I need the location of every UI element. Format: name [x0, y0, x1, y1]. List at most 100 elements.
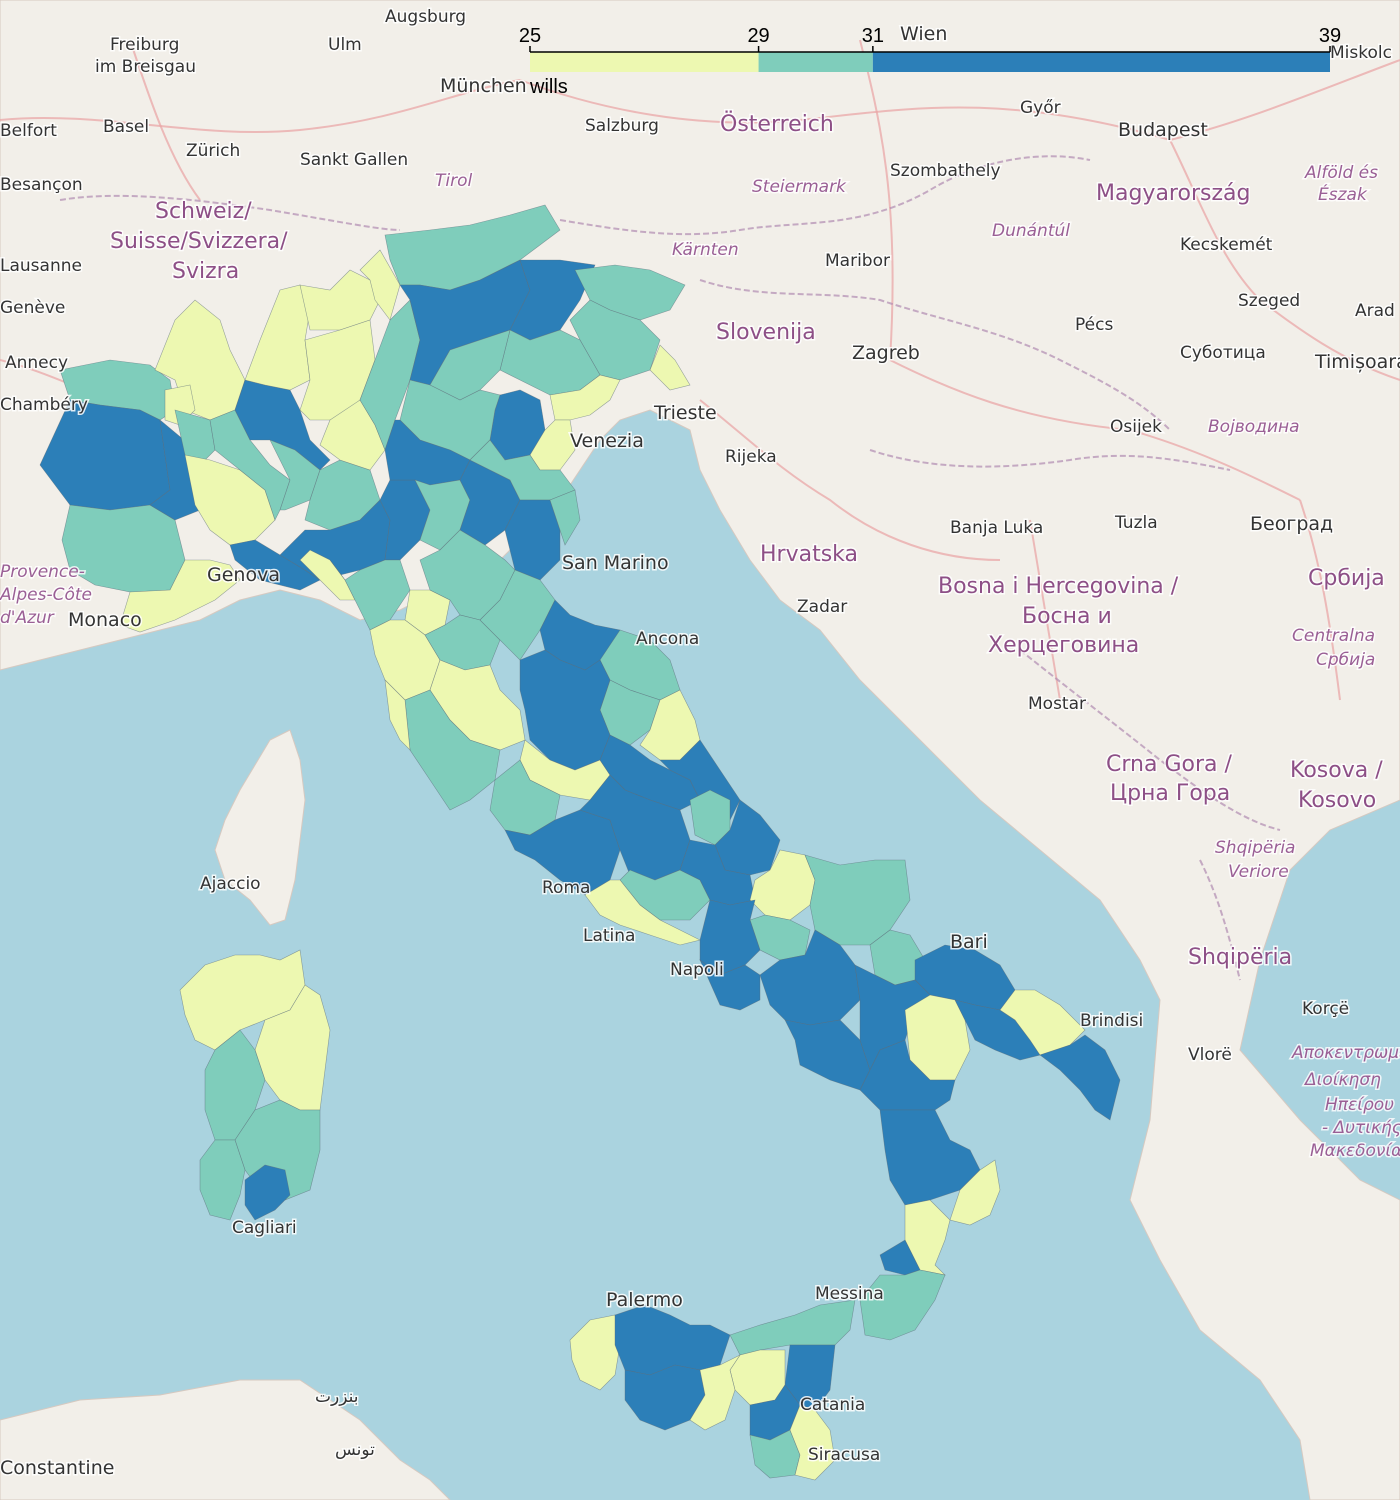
region-label: Centralna	[1292, 626, 1375, 646]
city-label: San Marino	[562, 552, 669, 574]
region-label: d'Azur	[0, 608, 55, 628]
country-label: Schweiz/	[155, 199, 252, 224]
country-label: Србија	[1308, 566, 1385, 591]
country-label: Црна Гора	[1110, 781, 1230, 806]
city-label: Latina	[583, 926, 635, 946]
city-label: Pécs	[1075, 315, 1113, 335]
country-label: Suisse/Svizzera/	[110, 229, 288, 254]
city-label: Napoli	[670, 960, 724, 980]
city-label: Ancona	[636, 629, 699, 649]
city-label: Basel	[103, 117, 149, 137]
city-label: Kecskemét	[1180, 235, 1273, 255]
city-label: Trieste	[653, 402, 717, 424]
city-label: Sankt Gallen	[300, 150, 408, 170]
region-label: Ηπείρου	[1325, 1095, 1394, 1115]
city-label: Venezia	[570, 430, 644, 452]
legend-tick-label: 29	[747, 25, 769, 47]
city-label: Szombathely	[890, 161, 1001, 181]
city-label: Belfort	[0, 121, 57, 141]
city-label: تونس	[335, 1440, 375, 1460]
region-label: Alföld és	[1304, 163, 1378, 183]
city-label: Mostar	[1028, 694, 1086, 714]
city-label: Суботица	[1180, 343, 1266, 363]
legend-color-segment	[872, 52, 1330, 72]
city-label: بنزرت	[315, 1387, 358, 1407]
city-label: Budapest	[1118, 119, 1208, 141]
city-label: Lausanne	[0, 256, 82, 276]
city-label: Ulm	[328, 35, 362, 55]
city-label: Tuzla	[1114, 513, 1158, 533]
city-label: Szeged	[1238, 291, 1300, 311]
city-label: Siracusa	[808, 1445, 880, 1465]
legend-tick-label: 39	[1319, 25, 1341, 47]
city-label: Banja Luka	[950, 518, 1043, 538]
country-label: Magyarország	[1096, 181, 1250, 206]
city-label: Annecy	[5, 353, 68, 373]
region-label: Διοίκηση	[1303, 1070, 1381, 1090]
choropleth-map[interactable]: Augsburg Ulm Freiburg im Breisgau Münche…	[0, 0, 1400, 1500]
city-label: Korçë	[1302, 999, 1349, 1019]
region-label: Србија	[1316, 650, 1375, 670]
city-label: Wien	[900, 23, 947, 45]
region-label: Észak	[1318, 183, 1368, 205]
city-label: Salzburg	[585, 116, 659, 136]
city-label: Bari	[950, 931, 988, 953]
city-label: Catania	[800, 1395, 865, 1415]
region-label: Μακεδονίας	[1310, 1141, 1400, 1161]
city-label: Roma	[542, 878, 590, 898]
city-label: Palermo	[606, 1289, 683, 1311]
city-label: Győr	[1020, 98, 1061, 118]
country-label: Österreich	[720, 111, 834, 137]
city-label: im Breisgau	[95, 57, 196, 77]
region-label: Tirol	[435, 171, 472, 191]
country-label: Slovenija	[716, 320, 816, 345]
country-label: Bosna i Hercegovina /	[938, 574, 1179, 599]
region-label: - Δυτικής	[1322, 1118, 1400, 1138]
city-label: Arad	[1355, 301, 1395, 321]
city-label: Rijeka	[725, 447, 777, 467]
city-label: Freiburg	[110, 35, 179, 55]
city-label: Timișoara	[1314, 351, 1400, 373]
city-label: Constantine	[0, 1457, 114, 1479]
city-label: Monaco	[68, 609, 142, 631]
country-label: Херцеговина	[988, 633, 1139, 658]
legend-color-segment	[758, 52, 873, 72]
region-label: Dunántúl	[992, 221, 1070, 241]
region-label: Kärnten	[672, 240, 739, 260]
region-label: Steiermark	[752, 177, 847, 197]
city-label: Zadar	[797, 597, 847, 617]
city-label: Ajaccio	[200, 874, 261, 894]
city-label: Messina	[815, 1284, 884, 1304]
country-label: Crna Gora /	[1106, 752, 1232, 777]
country-label: Kosovo	[1298, 788, 1376, 813]
city-label: Augsburg	[385, 7, 466, 27]
city-label: Genova	[207, 564, 280, 586]
region-label: Provence-	[0, 562, 85, 582]
legend-tick-label: 31	[862, 25, 884, 47]
city-label: Cagliari	[232, 1218, 297, 1238]
city-label: Maribor	[825, 251, 890, 271]
city-label: Besançon	[0, 175, 83, 195]
country-label: Hrvatska	[760, 542, 858, 567]
legend-caption: wills	[529, 76, 568, 98]
region-label: Војводина	[1208, 417, 1300, 437]
city-label: Zürich	[186, 141, 240, 161]
country-label: Kosova /	[1290, 758, 1383, 783]
city-label: München	[440, 75, 527, 97]
country-label: Svizra	[172, 259, 239, 284]
city-label: Београд	[1250, 513, 1333, 535]
legend-color-segment	[530, 52, 759, 72]
city-label: Brindisi	[1080, 1011, 1143, 1031]
city-label: Zagreb	[852, 342, 920, 364]
legend-tick-label: 25	[519, 25, 541, 47]
country-label: Босна и	[1022, 604, 1112, 629]
region-label: Veriore	[1228, 862, 1289, 882]
city-label: Osijek	[1110, 417, 1162, 437]
city-label: Genève	[0, 298, 65, 318]
country-label: Shqipëria	[1188, 945, 1292, 970]
region-label: Alpes-Côte	[0, 585, 92, 605]
city-label: Vlorë	[1188, 1045, 1232, 1065]
city-label: Chambéry	[0, 395, 88, 415]
region-label: Shqipëria	[1215, 838, 1295, 858]
region-label: Αποκεντρωμένη	[1291, 1043, 1400, 1063]
